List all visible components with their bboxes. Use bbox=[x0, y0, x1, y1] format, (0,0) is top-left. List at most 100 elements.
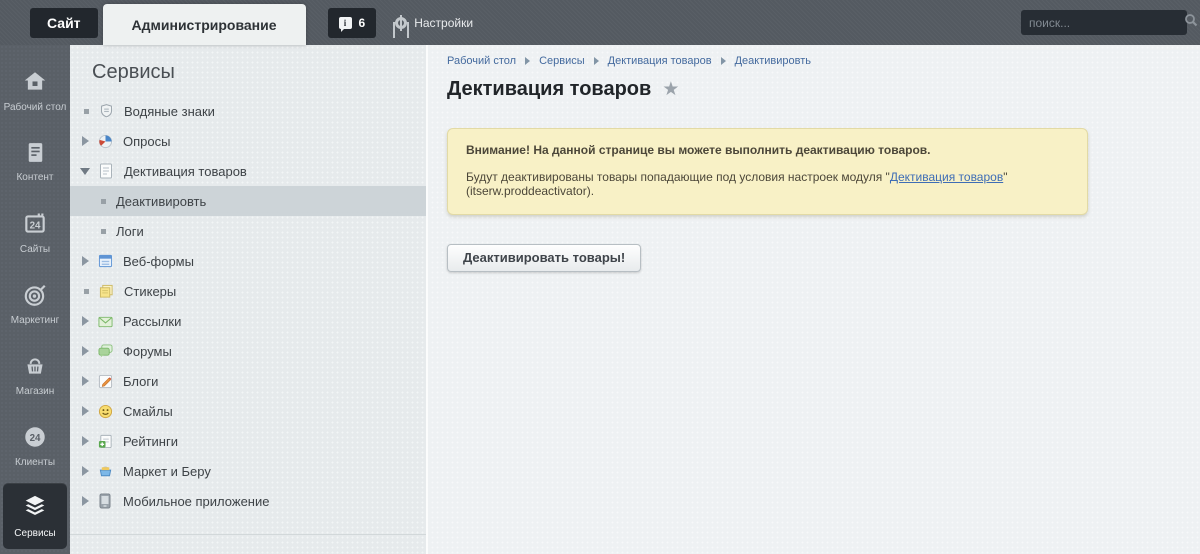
breadcrumb-link-deactivation-module[interactable]: Дективация товаров bbox=[608, 55, 712, 67]
menu-item-smiles[interactable]: Смайлы bbox=[70, 396, 426, 426]
rail-item-content[interactable]: Контент bbox=[0, 126, 70, 197]
warning-line2: Будут деактивированы товары попадающие п… bbox=[466, 170, 1069, 198]
rail-item-shop[interactable]: Магазин bbox=[0, 339, 70, 410]
search-input[interactable] bbox=[1029, 15, 1184, 30]
expand-arrow-icon[interactable] bbox=[82, 496, 89, 506]
menu-item-deactivation-module[interactable]: Дективация товаров bbox=[70, 156, 426, 186]
rail-item-label: Рабочий стол bbox=[3, 101, 67, 113]
menu-item-label: Опросы bbox=[123, 133, 171, 149]
rail-item-marketing[interactable]: Маркетинг bbox=[0, 268, 70, 339]
expand-arrow-icon[interactable] bbox=[82, 436, 89, 446]
services-panel: Сервисы Водяные знаки Опросы Дективация … bbox=[70, 45, 428, 554]
rail-item-label: Клиенты bbox=[14, 456, 56, 468]
menu-divider bbox=[70, 534, 426, 535]
market-cart-icon bbox=[97, 463, 113, 479]
menu-item-blogs[interactable]: Блоги bbox=[70, 366, 426, 396]
favorite-star-icon[interactable]: ★ bbox=[662, 78, 679, 101]
rail-item-label: Сайты bbox=[19, 243, 51, 255]
left-rail: Рабочий стол Контент 24 Сайты Маркетинг … bbox=[0, 45, 70, 554]
expand-arrow-icon[interactable] bbox=[82, 406, 89, 416]
menu-item-stickers[interactable]: Стикеры bbox=[70, 276, 426, 306]
deactivation-doc-icon bbox=[98, 163, 114, 179]
expand-arrow-icon[interactable] bbox=[82, 256, 89, 266]
warning-box: Внимание! На данной странице вы можете в… bbox=[447, 128, 1088, 215]
menu-item-label: Маркет и Беру bbox=[123, 463, 211, 479]
marketing-target-icon bbox=[22, 282, 48, 311]
menu-item-label: Стикеры bbox=[124, 283, 177, 299]
menu-item-mobile-app[interactable]: Мобильное приложение bbox=[70, 486, 426, 516]
tab-site-label: Сайт bbox=[47, 15, 81, 31]
page-title: Дективация товаров bbox=[447, 78, 652, 100]
blogs-pencil-icon bbox=[97, 373, 113, 389]
menu-item-watermarks[interactable]: Водяные знаки bbox=[70, 96, 426, 126]
menu-item-label: Деактивировть bbox=[116, 193, 207, 209]
menu-item-logs[interactable]: Логи bbox=[70, 216, 426, 246]
breadcrumb: Рабочий стол Сервисы Дективация товаров … bbox=[447, 55, 1182, 67]
menu-item-label: Веб-формы bbox=[123, 253, 194, 269]
services-menu: Водяные знаки Опросы Дективация товаров … bbox=[70, 96, 426, 535]
menu-item-market[interactable]: Маркет и Беру bbox=[70, 456, 426, 486]
webforms-icon bbox=[97, 253, 113, 269]
breadcrumb-link-services[interactable]: Сервисы bbox=[539, 55, 585, 67]
rail-item-label: Сервисы bbox=[14, 528, 56, 539]
menu-item-label: Логи bbox=[116, 223, 144, 239]
warning-module-link[interactable]: Дективация товаров bbox=[890, 170, 1003, 184]
notifications-count: 6 bbox=[358, 16, 366, 30]
settings-button[interactable]: Настройки bbox=[394, 8, 473, 38]
desktop-home-icon bbox=[22, 69, 48, 98]
svg-text:24: 24 bbox=[30, 220, 41, 231]
menu-item-label: Рассылки bbox=[123, 313, 182, 329]
rail-item-label: Магазин bbox=[15, 385, 55, 397]
notifications-badge[interactable]: i 6 bbox=[327, 8, 377, 38]
menu-item-newsletters[interactable]: Рассылки bbox=[70, 306, 426, 336]
menu-item-forums[interactable]: Форумы bbox=[70, 336, 426, 366]
breadcrumb-separator-icon bbox=[720, 57, 726, 65]
ratings-doc-plus-icon bbox=[97, 433, 113, 449]
expand-arrow-icon[interactable] bbox=[82, 346, 89, 356]
info-bubble-icon: i bbox=[338, 17, 352, 32]
panel-heading: Сервисы bbox=[92, 61, 175, 83]
menu-item-ratings[interactable]: Рейтинги bbox=[70, 426, 426, 456]
menu-item-webforms[interactable]: Веб-формы bbox=[70, 246, 426, 276]
expand-arrow-icon[interactable] bbox=[82, 136, 89, 146]
clients-24-icon: 24 bbox=[22, 424, 48, 453]
expand-arrow-icon[interactable] bbox=[82, 466, 89, 476]
search-box[interactable] bbox=[1021, 10, 1198, 35]
rail-item-sites[interactable]: 24 Сайты bbox=[0, 197, 70, 268]
tab-site[interactable]: Сайт bbox=[30, 8, 98, 38]
menu-item-polls[interactable]: Опросы bbox=[70, 126, 426, 156]
main-content: Рабочий стол Сервисы Дективация товаров … bbox=[430, 45, 1200, 554]
search-icon[interactable] bbox=[1184, 13, 1198, 32]
watermark-shield-icon bbox=[98, 103, 114, 119]
mobile-app-icon bbox=[97, 493, 113, 509]
sites-calendar-icon: 24 bbox=[22, 211, 48, 240]
collapse-arrow-icon[interactable] bbox=[80, 167, 90, 175]
warning-line2-prefix: Будут деактивированы товары попадающие п… bbox=[466, 170, 890, 184]
breadcrumb-separator-icon bbox=[525, 57, 531, 65]
breadcrumb-separator-icon bbox=[593, 57, 599, 65]
rail-item-services[interactable]: Сервисы bbox=[3, 483, 67, 549]
menu-item-label: Мобильное приложение bbox=[123, 493, 270, 509]
menu-item-deactivate[interactable]: Деактивировть bbox=[70, 186, 426, 216]
breadcrumb-link-desktop[interactable]: Рабочий стол bbox=[447, 55, 516, 67]
forums-chat-icon bbox=[97, 343, 113, 359]
menu-item-label: Форумы bbox=[123, 343, 172, 359]
rail-item-clients[interactable]: 24 Клиенты bbox=[0, 410, 70, 481]
content-document-icon bbox=[23, 140, 48, 168]
newsletters-envelope-icon bbox=[97, 313, 113, 329]
breadcrumb-link-deactivate[interactable]: Деактивировть bbox=[735, 55, 811, 67]
menu-item-label: Рейтинги bbox=[123, 433, 178, 449]
menu-item-label: Дективация товаров bbox=[124, 163, 247, 179]
gear-icon bbox=[394, 15, 408, 31]
menu-item-label: Блоги bbox=[123, 373, 159, 389]
bullet-icon bbox=[84, 108, 89, 114]
expand-arrow-icon[interactable] bbox=[82, 316, 89, 326]
settings-label: Настройки bbox=[414, 16, 474, 30]
bullet-icon bbox=[101, 198, 106, 204]
menu-item-label: Смайлы bbox=[123, 403, 173, 419]
deactivate-products-button[interactable]: Деактивировать товары! bbox=[447, 244, 642, 272]
tab-administration[interactable]: Администрирование bbox=[102, 4, 306, 45]
rail-item-desktop[interactable]: Рабочий стол bbox=[0, 55, 70, 126]
rail-item-label: Контент bbox=[16, 172, 54, 183]
expand-arrow-icon[interactable] bbox=[82, 376, 89, 386]
